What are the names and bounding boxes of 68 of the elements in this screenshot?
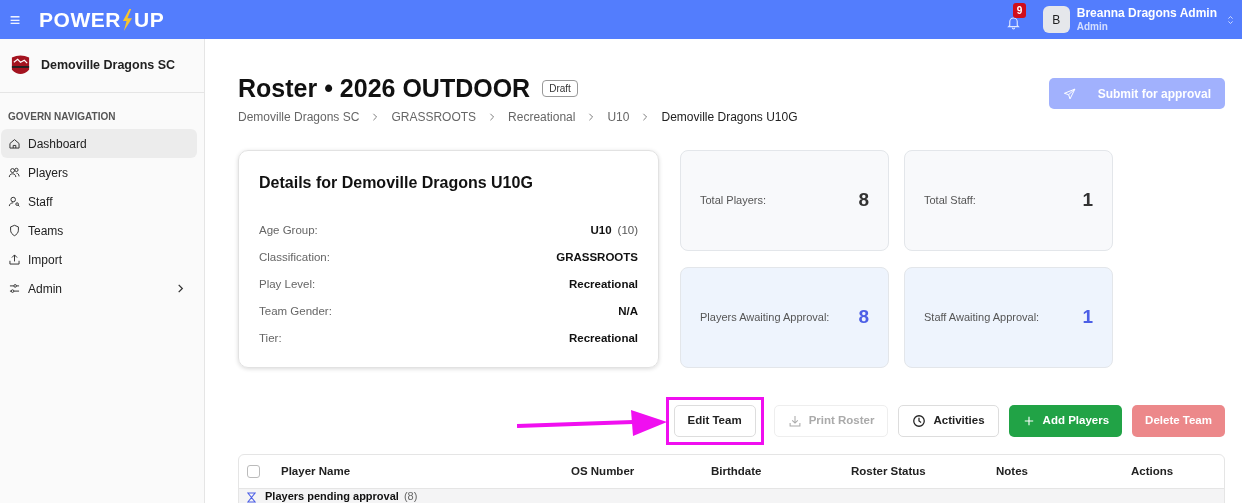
users-icon [8,166,21,179]
stat-value: 8 [858,188,869,213]
logo-text: UP [133,6,165,33]
status-badge: Draft [542,79,578,97]
chevron-up-down-icon[interactable] [1227,13,1234,26]
detail-value: Recreational [568,277,638,292]
hourglass-icon [247,492,256,503]
column-header: Actions [1131,463,1175,479]
user-avatar[interactable]: B [1042,6,1070,33]
group-row[interactable]: Players pending approval (8) [239,489,1224,503]
section-heading: GOVERN NAVIGATION [7,110,117,124]
home-icon [8,137,21,150]
detail-label: Classification: [259,250,330,265]
nav-item[interactable]: Players [1,158,197,187]
chevron-right-icon [371,113,380,121]
stat-label: Players Awaiting Approval: [700,309,830,325]
detail-value: N/A [618,304,638,319]
stat-label: Staff Awaiting Approval: [924,309,1040,325]
nav-item[interactable]: Admin [1,274,197,303]
detail-label: Tier: [259,331,282,346]
detail-value: Recreational [568,331,638,346]
sliders-icon [8,282,21,295]
detail-value: U10 [590,223,612,238]
detail-label: Age Group: [259,223,318,238]
logo-text: POWER [39,6,121,33]
column-header: Roster Status [851,463,927,479]
download-icon [787,414,802,428]
stat-value: 8 [858,304,869,329]
page-title: Roster • 2026 OUTDOOR [238,73,531,104]
notification-count: 9 [1012,3,1027,18]
action-button[interactable]: Activities [898,405,999,437]
select-all-checkbox[interactable] [247,465,260,478]
chevron-right-icon [587,113,596,121]
lightning-icon [121,7,133,32]
breadcrumb-link[interactable]: Recreational [508,108,576,126]
organization-name: Demoville Dragons SC [41,57,176,75]
detail-label: Play Level: [259,277,316,292]
nav-item[interactable]: Import [1,245,197,274]
nav-item[interactable]: Staff [1,187,197,216]
detail-value: GRASSROOTS [556,250,638,265]
bell-icon[interactable] [1005,15,1021,30]
shield-icon [8,224,21,237]
breadcrumb-link[interactable]: Demoville Dragons U10G [661,108,798,126]
upload-icon [8,253,21,266]
chevron-right-icon [641,113,650,121]
column-header: Birthdate [711,463,763,479]
breadcrumb-link[interactable]: GRASSROOTS [391,108,477,126]
send-icon [1062,86,1077,101]
user-search-icon [8,195,21,208]
user-role: Admin [1076,20,1109,34]
column-header: OS Number [571,463,636,479]
stat-value: 1 [1082,304,1093,329]
breadcrumb-link[interactable]: Demoville Dragons SC [238,108,360,126]
stat-value: 1 [1082,188,1093,213]
detail-note: (10) [617,223,638,238]
action-button[interactable]: Edit Team [673,405,756,437]
card-title: Details for Demoville Dragons U10G [259,173,534,193]
stat-label: Total Players: [700,193,767,209]
column-header: Notes [996,463,1029,479]
chevron-right-icon [488,113,497,121]
clock-icon [912,414,927,428]
breadcrumb-link[interactable]: U10 [607,108,630,126]
detail-label: Team Gender: [259,304,332,319]
stat-label: Total Staff: [924,193,976,209]
user-name: Breanna Dragons Admin [1076,5,1217,21]
column-header: Player Name [281,463,352,479]
nav-item[interactable]: Teams [1,216,197,245]
nav-item[interactable]: Dashboard [1,129,197,158]
